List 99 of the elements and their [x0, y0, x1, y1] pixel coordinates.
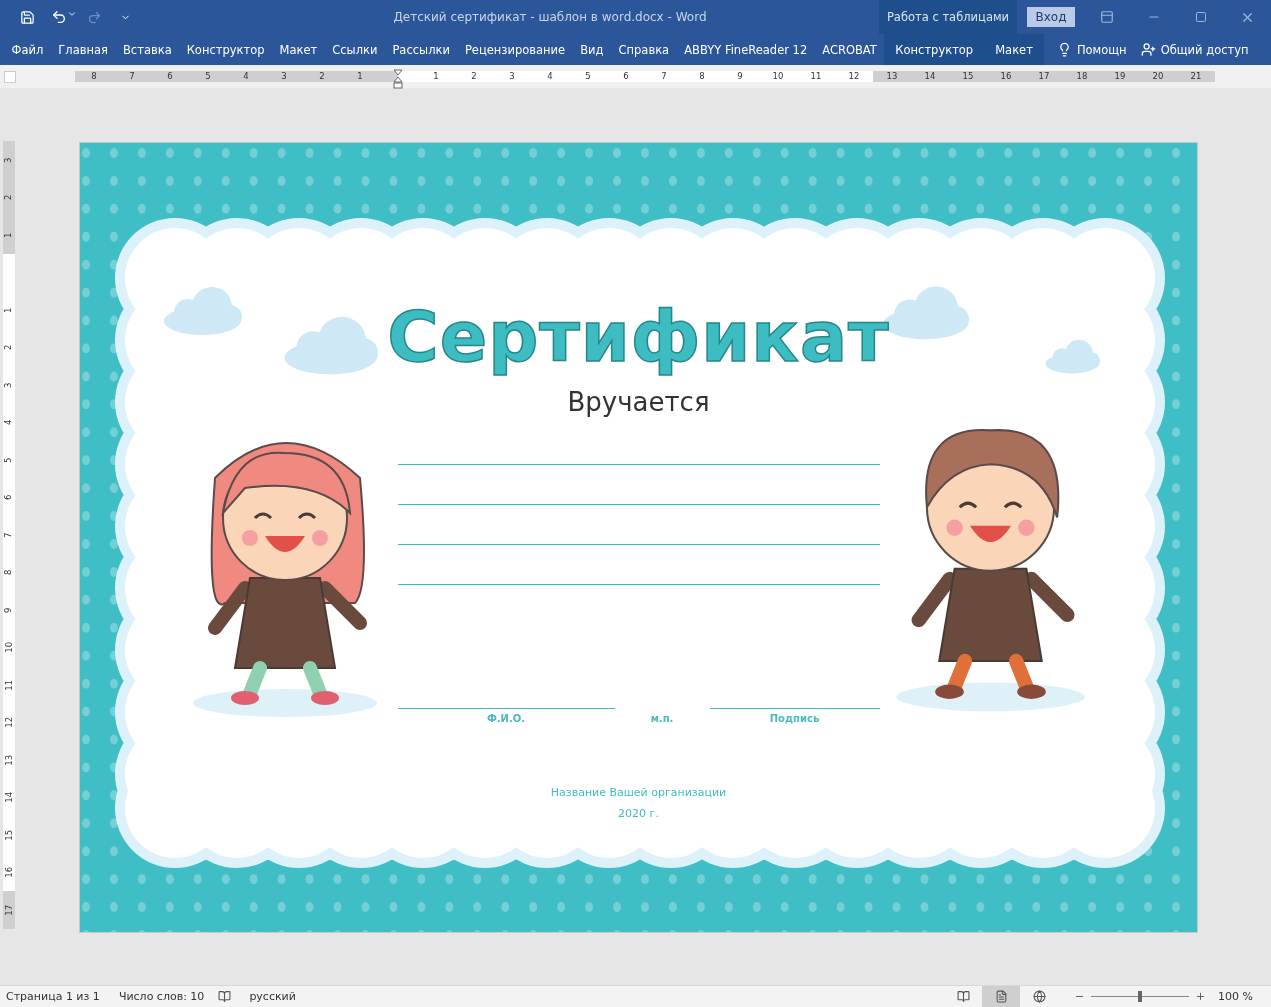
redo-icon[interactable]	[87, 9, 102, 25]
ruler-number: 6	[4, 494, 14, 500]
ruler-number: 3	[4, 382, 14, 388]
word-count[interactable]: Число слов: 10	[118, 990, 205, 1003]
ruler-number: 8	[4, 569, 14, 575]
ruler-number: 2	[4, 344, 14, 350]
zoom-level[interactable]: 100 %	[1218, 990, 1253, 1003]
ribbon-tab[interactable]: Ссылки	[324, 34, 385, 65]
ruler-number: 15	[4, 829, 14, 841]
ruler-number: 7	[4, 532, 14, 538]
cloud-icon	[1045, 339, 1100, 374]
ruler-number: 8	[683, 70, 721, 82]
ruler-number: 6	[607, 70, 645, 82]
certificate-title: Сертификат	[387, 301, 890, 373]
share-button[interactable]: Общий доступ	[1133, 34, 1256, 65]
ruler-number: 3	[493, 70, 531, 82]
ruler-number: 21	[1177, 70, 1215, 82]
organization-name: Название Вашей организации	[550, 786, 727, 799]
ribbon-tab[interactable]: ACROBAT	[814, 34, 885, 65]
ruler-number: 2	[303, 70, 341, 82]
ruler-number: 5	[189, 70, 227, 82]
ribbon-tab[interactable]: ABBYY FineReader 12	[676, 34, 815, 65]
ruler-number: 19	[1101, 70, 1139, 82]
ruler-number: 7	[645, 70, 683, 82]
ribbon-tab[interactable]: Макет	[272, 34, 325, 65]
ruler-number: 12	[835, 70, 873, 82]
ribbon-tab[interactable]: Вид	[572, 34, 611, 65]
window-title: Детский сертификат - шаблон в word.docx - Word	[392, 10, 708, 24]
view-mode-button[interactable]	[982, 986, 1021, 1007]
ruler-number: 4	[227, 70, 265, 82]
ribbon-tab[interactable]: Главная	[50, 34, 116, 65]
ruler-number: 15	[949, 70, 987, 82]
ruler-number: 1	[341, 70, 379, 82]
cloud-icon	[164, 287, 242, 335]
certificate-subtitle: Вручается	[567, 387, 710, 417]
help-menu[interactable]: Помощн	[1049, 34, 1134, 65]
language-label[interactable]: русский	[249, 990, 296, 1003]
ruler-number: 12	[4, 716, 14, 728]
ribbon-tab[interactable]: Файл	[4, 34, 51, 65]
undo-icon[interactable]	[51, 9, 67, 25]
indent-marker-icon[interactable]	[379, 68, 417, 89]
print-layout-icon	[994, 990, 1008, 1003]
zoom-in-icon[interactable]	[1195, 991, 1207, 1002]
ruler-number: 6	[151, 70, 189, 82]
ruler-number: 17	[4, 904, 14, 916]
ruler-number: 3	[265, 70, 303, 82]
ruler-number: 14	[4, 791, 14, 803]
ruler-number: 16	[4, 866, 14, 878]
ruler-number: 13	[4, 754, 14, 766]
caret-icon[interactable]	[67, 9, 77, 19]
ruler-number: 1	[417, 70, 455, 82]
ruler-number: 9	[721, 70, 759, 82]
ruler-number: 1	[4, 232, 14, 238]
ruler-number: 9	[4, 607, 14, 613]
ruler-number: 16	[987, 70, 1025, 82]
certificate-year: 2020 г.	[618, 807, 659, 820]
ruler-number: 10	[759, 70, 797, 82]
ribbon-tab[interactable]: Рассылки	[384, 34, 458, 65]
ruler-number: 13	[873, 70, 911, 82]
vertical-ruler[interactable]: 3 2 1 1 2 3 4 5 6 7 8 9 10 11 12 13 14 15 16 17	[3, 141, 15, 929]
read-mode-icon	[956, 990, 970, 1003]
ruler-number: 5	[4, 457, 14, 463]
signature-label: Ф.И.О.	[486, 713, 526, 724]
ribbon-display-icon[interactable]	[1099, 10, 1114, 24]
ruler-number: 17	[1025, 70, 1063, 82]
ribbon-tab[interactable]: Справка	[611, 34, 677, 65]
web-layout-icon	[1032, 990, 1046, 1003]
sign-in-button[interactable]: Вход	[1027, 7, 1075, 27]
ruler-number: 2	[4, 194, 14, 200]
ruler-number: 11	[4, 679, 14, 691]
save-icon[interactable]	[20, 9, 35, 25]
ribbon-tab[interactable]: Рецензирование	[457, 34, 573, 65]
ruler-number: 11	[797, 70, 835, 82]
page-count[interactable]: Страница 1 из 1	[6, 990, 100, 1003]
ribbon-tab[interactable]: Макет	[984, 34, 1044, 65]
maximize-icon[interactable]	[1194, 11, 1207, 23]
proofing-icon[interactable]	[218, 990, 232, 1003]
signature-label: Подпись	[769, 713, 820, 724]
ruler-number: 2	[455, 70, 493, 82]
ruler-number: 5	[569, 70, 607, 82]
ruler-number: 4	[531, 70, 569, 82]
ruler-number: 8	[75, 70, 113, 82]
share-icon	[1140, 42, 1156, 57]
signature-label: м.п.	[650, 713, 674, 724]
context-group-label: Работа с таблицами	[879, 0, 1017, 34]
ruler-segment	[3, 253, 15, 291]
ribbon-tab[interactable]: Вставка	[115, 34, 180, 65]
ribbon-tab[interactable]: Конструктор	[884, 34, 985, 65]
ruler-number: 1	[4, 307, 14, 313]
ruler-number: 7	[113, 70, 151, 82]
cloud-icon	[284, 316, 378, 375]
ruler-number: 3	[4, 157, 14, 163]
ruler-number: 10	[4, 641, 14, 653]
ruler-number: 4	[4, 419, 14, 425]
ruler-number: 18	[1063, 70, 1101, 82]
zoom-thumb[interactable]	[1138, 991, 1143, 1002]
ribbon-tab[interactable]: Конструктор	[179, 34, 273, 65]
ruler-number: 20	[1139, 70, 1177, 82]
ruler-number: 14	[911, 70, 949, 82]
